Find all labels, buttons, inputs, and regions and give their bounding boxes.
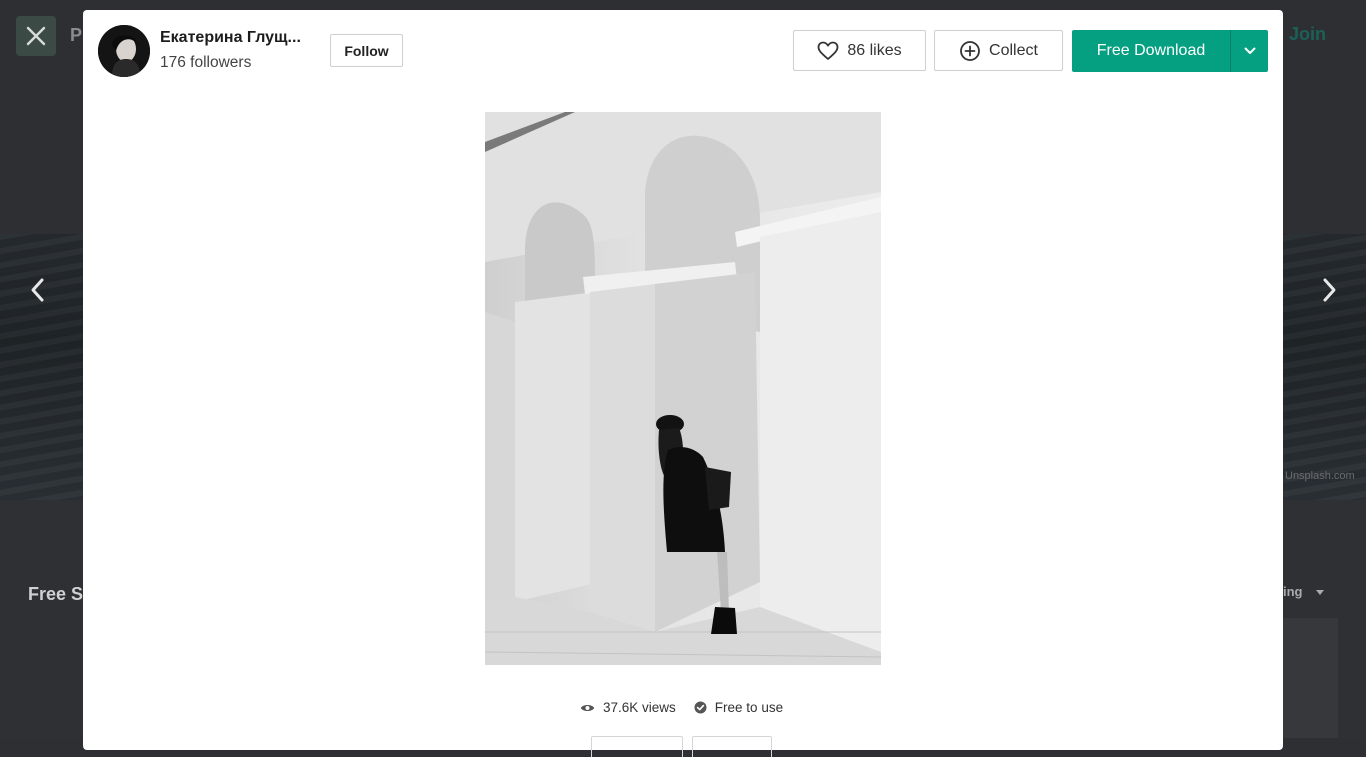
photo-meta: 37.6K views Free to use <box>580 700 783 715</box>
views-count: 37.6K views <box>603 700 676 715</box>
license-label: Free to use <box>714 700 784 715</box>
bottom-action-button[interactable] <box>591 736 683 757</box>
background-join-button: Join <box>1289 24 1327 44</box>
photo-modal: Екатерина Глущ... 176 followers Follow 8… <box>83 10 1283 757</box>
license-info[interactable]: Free to use <box>694 700 783 715</box>
previous-photo-button[interactable] <box>18 270 58 310</box>
download-options-button[interactable] <box>1231 30 1268 72</box>
free-download-button[interactable]: Free Download <box>1072 30 1230 72</box>
check-circle-icon <box>694 701 707 714</box>
main-photo[interactable] <box>485 112 881 665</box>
close-modal-button[interactable] <box>16 16 56 56</box>
author-avatar[interactable] <box>98 25 150 77</box>
like-button[interactable]: 86 likes <box>793 30 926 71</box>
download-button-group: Free Download <box>1072 30 1268 72</box>
plus-circle-icon <box>960 40 980 61</box>
close-icon <box>26 26 46 46</box>
author-followers-count: 176 followers <box>160 54 252 71</box>
collect-button[interactable]: Collect <box>934 30 1063 71</box>
background-section-title: Free S <box>28 584 83 604</box>
follow-button[interactable]: Follow <box>330 34 403 67</box>
background-nav-label: P <box>70 25 83 45</box>
eye-icon <box>580 704 595 711</box>
author-name[interactable]: Екатерина Глущ... <box>160 29 301 47</box>
chevron-down-icon <box>1244 47 1255 54</box>
likes-count-label: 86 likes <box>847 41 902 59</box>
chevron-left-icon <box>31 278 44 302</box>
background-photo-card <box>1283 618 1338 738</box>
background-sort-caret-icon <box>1316 590 1324 595</box>
views-info: 37.6K views <box>580 700 676 715</box>
next-photo-button[interactable] <box>1309 270 1349 310</box>
heart-icon <box>817 41 839 60</box>
collect-label: Collect <box>989 41 1038 59</box>
background-sort-label: ing <box>1283 584 1303 599</box>
bottom-action-button[interactable] <box>692 736 772 757</box>
background-credit: Unsplash.com <box>1285 470 1355 482</box>
chevron-right-icon <box>1323 278 1336 302</box>
